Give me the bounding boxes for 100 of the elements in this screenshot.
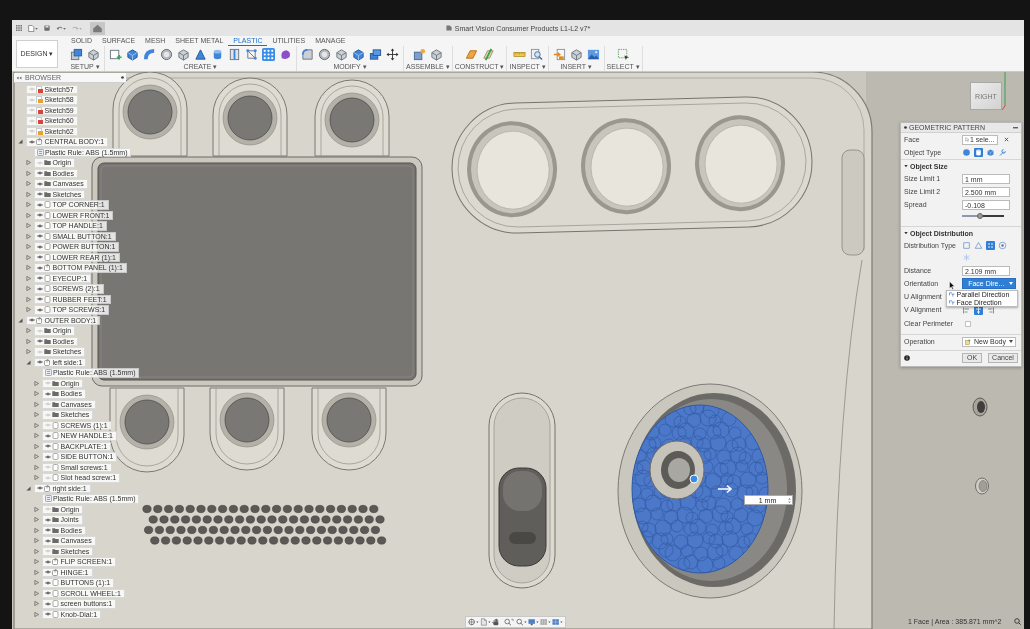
eye-icon[interactable] — [44, 591, 51, 596]
box-icon[interactable] — [177, 47, 190, 61]
cubes-icon[interactable] — [369, 47, 382, 61]
cube-icon[interactable] — [126, 47, 139, 61]
expand-arrow-icon[interactable] — [34, 464, 39, 470]
dot-grid-icon[interactable] — [262, 47, 275, 61]
joint-icon[interactable] — [412, 47, 426, 61]
cube-icon[interactable] — [986, 148, 995, 157]
expand-arrow-icon[interactable] — [34, 559, 39, 565]
expand-arrow-icon[interactable] — [26, 254, 31, 260]
expand-arrow-icon[interactable] — [34, 601, 39, 607]
cube-icon[interactable] — [352, 47, 365, 61]
expand-arrow-icon[interactable] — [34, 580, 39, 586]
box-icon[interactable] — [87, 47, 100, 61]
expand-arrow-icon[interactable] — [34, 380, 39, 386]
eye-icon[interactable] — [36, 286, 43, 291]
eye-icon[interactable] — [36, 192, 43, 197]
save-icon[interactable] — [44, 25, 50, 31]
collapse-arrow-icon[interactable] — [26, 359, 31, 365]
eye-icon[interactable] — [44, 528, 51, 533]
expand-arrow-icon[interactable] — [26, 328, 31, 334]
orbit-icon[interactable] — [468, 618, 479, 626]
eye-icon[interactable] — [44, 559, 51, 564]
dot-icon[interactable] — [121, 76, 124, 79]
eye-icon[interactable] — [36, 213, 43, 218]
fillet-icon[interactable] — [301, 47, 314, 61]
expand-arrow-icon[interactable] — [26, 181, 31, 187]
expand-arrow-icon[interactable] — [34, 422, 39, 428]
eye-icon[interactable] — [44, 580, 51, 585]
eye-icon[interactable] — [44, 454, 51, 459]
align-center-icon[interactable] — [974, 306, 983, 315]
panel-icon[interactable] — [228, 47, 241, 61]
expand-arrow-icon[interactable] — [34, 454, 39, 460]
expand-arrow-icon[interactable] — [34, 548, 39, 554]
expand-arrow-icon[interactable] — [34, 433, 39, 439]
expand-arrow-icon[interactable] — [34, 391, 39, 397]
select-icon[interactable] — [616, 47, 630, 61]
expand-arrow-icon[interactable] — [34, 590, 39, 596]
wedge-icon[interactable] — [194, 47, 207, 61]
box-icon[interactable] — [569, 47, 583, 61]
collapse-arrow-icon[interactable] — [18, 139, 23, 145]
eye-icon[interactable] — [28, 318, 35, 323]
layers-icon[interactable] — [70, 47, 83, 61]
grid-icon[interactable] — [16, 25, 22, 31]
expand-arrow-icon[interactable] — [26, 212, 31, 218]
eye-icon[interactable] — [36, 265, 43, 270]
home-icon[interactable] — [90, 21, 105, 35]
slider-thumb[interactable] — [977, 213, 984, 219]
expand-arrow-icon[interactable] — [26, 275, 31, 281]
ring-icon[interactable] — [160, 47, 173, 61]
blob-icon[interactable] — [279, 47, 292, 61]
eye-icon[interactable] — [44, 538, 51, 543]
eye-icon[interactable] — [44, 601, 51, 606]
expand-arrow-icon[interactable] — [26, 202, 31, 208]
eye-icon[interactable] — [36, 307, 43, 312]
cylinder-icon[interactable] — [211, 47, 224, 61]
wrench-icon[interactable] — [998, 148, 1007, 157]
sphere-icon[interactable] — [962, 148, 971, 157]
minimize-icon[interactable] — [1013, 126, 1018, 129]
expand-arrow-icon[interactable] — [26, 233, 31, 239]
move-icon[interactable] — [386, 47, 399, 61]
file-icon[interactable] — [28, 24, 38, 32]
expand-arrow-icon[interactable] — [26, 307, 31, 313]
eye-icon[interactable] — [36, 339, 43, 344]
expand-arrow-icon[interactable] — [26, 223, 31, 229]
expand-arrow-icon[interactable] — [26, 265, 31, 271]
plane-icon[interactable] — [464, 47, 478, 61]
eye-icon[interactable] — [36, 255, 43, 260]
eye-icon[interactable] — [36, 486, 43, 491]
eye-icon[interactable] — [36, 171, 43, 176]
collapse-arrow-icon[interactable] — [18, 317, 23, 323]
box-icon[interactable] — [335, 47, 348, 61]
eye-icon[interactable] — [36, 234, 43, 239]
collapse-arrow-icon[interactable] — [26, 485, 31, 491]
expand-arrow-icon[interactable] — [26, 191, 31, 197]
pipe-icon[interactable] — [143, 47, 156, 61]
checkbox[interactable] — [965, 320, 971, 327]
eye-icon[interactable] — [36, 202, 43, 207]
insert-icon[interactable] — [552, 47, 566, 61]
box-icon[interactable] — [429, 47, 443, 61]
expand-arrow-icon[interactable] — [26, 244, 31, 250]
eye-icon[interactable] — [28, 139, 35, 144]
eye-icon[interactable] — [36, 276, 43, 281]
eye-icon[interactable] — [44, 612, 51, 617]
eye-icon[interactable] — [36, 360, 43, 365]
magnifier-icon[interactable] — [529, 47, 543, 61]
square-icon[interactable] — [962, 241, 971, 250]
eye-icon[interactable] — [36, 223, 43, 228]
expand-arrow-icon[interactable] — [34, 443, 39, 449]
eye-icon[interactable] — [44, 444, 51, 449]
expand-arrow-icon[interactable] — [34, 611, 39, 617]
eye-icon[interactable] — [36, 244, 43, 249]
expand-arrow-icon[interactable] — [26, 170, 31, 176]
info-icon[interactable] — [904, 354, 910, 361]
expand-arrow-icon[interactable] — [34, 506, 39, 512]
cylinder-icon[interactable] — [974, 148, 983, 157]
expand-arrow-icon[interactable] — [26, 296, 31, 302]
target-icon[interactable] — [998, 241, 1007, 250]
expand-arrow-icon[interactable] — [34, 412, 39, 418]
close-icon[interactable] — [1003, 137, 1009, 142]
